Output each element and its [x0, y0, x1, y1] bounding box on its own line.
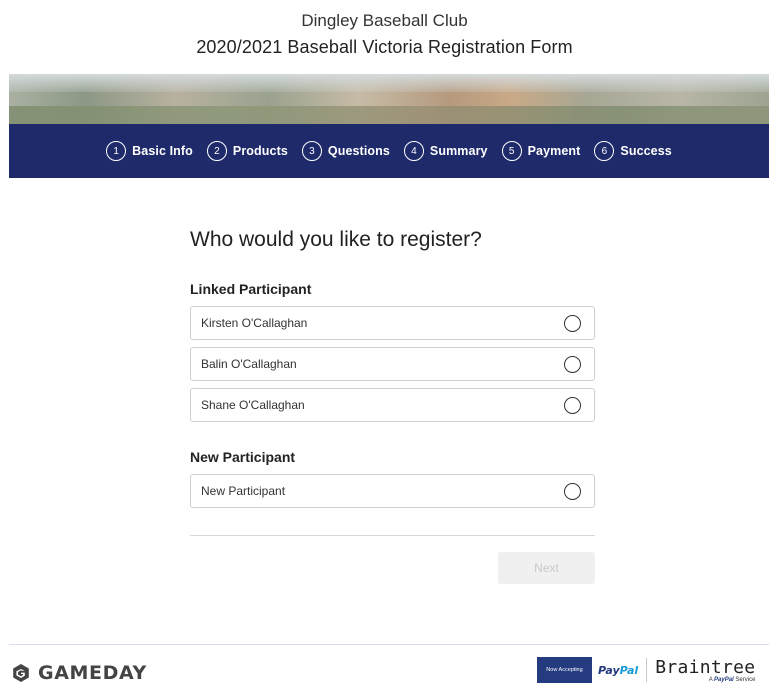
new-participant-label: New Participant	[190, 449, 296, 465]
participant-option-kirsten[interactable]: Kirsten O'Callaghan	[190, 306, 595, 340]
new-participant-group: New Participant New Participant	[190, 448, 595, 508]
braintree-logo: Braintree A PayPal Service	[655, 656, 756, 683]
step-number: 1	[106, 141, 127, 161]
participant-name: Balin O'Callaghan	[201, 357, 297, 371]
gameday-wordmark: GAMEDAY	[38, 662, 147, 684]
participant-name: Shane O'Callaghan	[201, 398, 305, 412]
payment-logos: Now Accepting PayPal Braintree A PayPal …	[537, 657, 755, 683]
step-label: Basic Info	[132, 144, 193, 158]
footer-divider	[9, 644, 769, 645]
form-divider	[190, 535, 595, 536]
now-accepting-badge: Now Accepting	[537, 657, 592, 683]
linked-participant-group: Linked Participant Kirsten O'Callaghan B…	[190, 280, 595, 422]
gameday-g-icon	[13, 664, 29, 682]
step-number: 3	[301, 141, 322, 161]
step-summary: 4 Summary	[403, 141, 488, 161]
radio-button[interactable]	[564, 315, 581, 332]
progress-steps: 1 Basic Info 2 Products 3 Questions 4 Su…	[9, 124, 769, 178]
participant-name: New Participant	[201, 484, 286, 498]
tagline-brand: PayPal	[714, 676, 734, 683]
step-products: 2 Products	[206, 141, 288, 161]
radio-button[interactable]	[564, 397, 581, 414]
tagline-suffix: Service	[735, 676, 756, 683]
org-header: Dingley Baseball Club 2020/2021 Baseball…	[0, 10, 769, 59]
step-questions: 3 Questions	[301, 141, 390, 161]
form-title: 2020/2021 Baseball Victoria Registration…	[196, 37, 573, 57]
form-actions: Next	[190, 552, 595, 584]
participant-name: Kirsten O'Callaghan	[201, 316, 308, 330]
step-number: 4	[403, 141, 424, 161]
header-banner-image	[9, 74, 769, 124]
step-number: 6	[594, 141, 615, 161]
step-basic-info: 1 Basic Info	[106, 141, 193, 161]
org-name: Dingley Baseball Club	[301, 11, 468, 30]
participant-option-shane[interactable]: Shane O'Callaghan	[190, 388, 595, 422]
form-question: Who would you like to register?	[190, 228, 482, 251]
gameday-logo: GAMEDAY	[11, 662, 147, 684]
paypal-pal: Pal	[619, 663, 639, 677]
step-label: Success	[620, 144, 672, 158]
participant-option-balin[interactable]: Balin O'Callaghan	[190, 347, 595, 381]
participant-option-new[interactable]: New Participant	[190, 474, 595, 508]
paypal-pay: Pay	[598, 663, 620, 677]
registration-form: Who would you like to register? Linked P…	[190, 226, 595, 584]
radio-button[interactable]	[564, 483, 581, 500]
step-success: 6 Success	[594, 141, 672, 161]
step-payment: 5 Payment	[501, 141, 581, 161]
braintree-wordmark: Braintree	[655, 656, 756, 678]
braintree-tagline: A PayPal Service	[709, 677, 756, 683]
step-number: 5	[501, 141, 522, 161]
step-label: Products	[232, 144, 288, 158]
tagline-prefix: A	[708, 676, 713, 683]
step-label: Questions	[327, 144, 390, 158]
logo-separator	[646, 658, 648, 682]
step-number: 2	[206, 141, 227, 161]
next-button[interactable]: Next	[498, 552, 595, 584]
linked-participant-label: Linked Participant	[190, 281, 312, 297]
step-label: Summary	[429, 144, 488, 158]
step-label: Payment	[527, 144, 581, 158]
paypal-logo: PayPal	[598, 664, 638, 677]
radio-button[interactable]	[564, 356, 581, 373]
